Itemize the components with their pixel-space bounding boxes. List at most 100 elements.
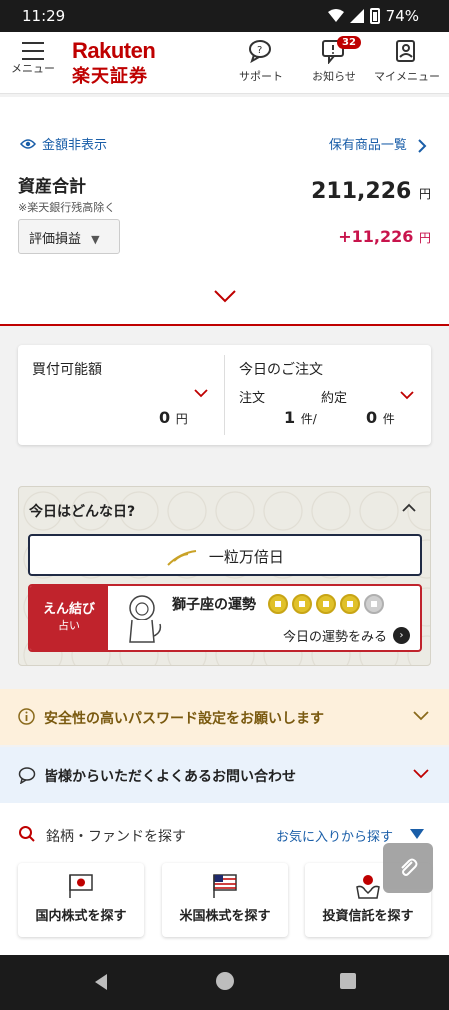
buying-power-amount: 0	[159, 408, 171, 427]
status-bar: 11:29 74%	[0, 0, 449, 32]
chevron-down-icon[interactable]	[194, 389, 208, 398]
recent-apps-icon[interactable]	[340, 973, 356, 989]
svg-text:?: ?	[257, 45, 262, 56]
fortune-title: 獅子座の運勢	[172, 597, 256, 613]
mymenu-label: マイメニュー	[374, 70, 440, 83]
pl-selector-label: 評価損益	[29, 232, 82, 247]
home-icon[interactable]	[216, 972, 234, 990]
chevron-down-icon	[413, 711, 429, 721]
mymenu-button[interactable]: マイメニュー	[372, 38, 442, 84]
buying-power-value: 0 円	[159, 408, 188, 427]
asset-total-note: ※楽天銀行残高除く	[18, 201, 116, 214]
favorites-link[interactable]: お気に入りから探す	[276, 826, 393, 845]
lucky-day-label: 一粒万倍日	[208, 548, 284, 566]
coin-icon	[268, 594, 288, 614]
fortune-rating	[268, 594, 384, 614]
floating-clip-button[interactable]	[383, 843, 433, 893]
fund-icon	[356, 875, 380, 899]
asset-total-value: 211,226 円	[311, 179, 431, 204]
password-notice[interactable]: 安全性の高いパスワード設定をお願いします	[0, 689, 449, 745]
eye-icon	[20, 138, 36, 149]
battery-icon	[369, 8, 380, 24]
order-count: 1 件/	[284, 408, 317, 427]
lucky-day-banner[interactable]: 一粒万倍日	[28, 534, 422, 576]
holdings-link[interactable]: 保有商品一覧	[329, 134, 427, 153]
mymenu-icon	[396, 40, 415, 62]
logo-text-en: Rakuten	[72, 38, 156, 63]
today-title: 今日はどんな日?	[29, 504, 136, 520]
wifi-icon	[327, 9, 344, 22]
password-notice-text: 安全性の高いパスワード設定をお願いします	[44, 711, 324, 727]
order-count-value: 1	[284, 408, 296, 427]
fund-label: 投資信託を探す	[322, 909, 414, 924]
fortune-link-label: 今日の運勢をみる	[282, 630, 387, 645]
back-icon[interactable]	[93, 973, 109, 991]
menu-button[interactable]: メニュー	[8, 38, 58, 90]
buying-power-currency: 円	[175, 412, 188, 426]
hide-amount-toggle[interactable]: 金額非表示	[20, 134, 107, 153]
app-header: メニュー Rakuten 楽天証券 ? サポート 32 お知らせ マイメニュー	[0, 32, 449, 94]
pl-value: +11,226 円	[338, 227, 431, 246]
caret-down-icon[interactable]	[410, 829, 424, 839]
today-orders-label: 今日のご注文	[239, 362, 323, 378]
signal-icon	[349, 9, 364, 23]
notifications-label: お知らせ	[312, 70, 356, 83]
chevron-down-icon	[413, 769, 429, 779]
notifications-button[interactable]: 32 お知らせ	[299, 36, 369, 84]
search-icon	[19, 826, 35, 842]
hamburger-icon	[22, 42, 44, 60]
status-time: 11:29	[22, 7, 66, 25]
faq-notice[interactable]: 皆様からいただくよくあるお問い合わせ	[0, 747, 449, 803]
executed-count-value: 0	[366, 408, 378, 427]
executed-count: 0 件	[366, 408, 395, 427]
support-button[interactable]: ? サポート	[226, 38, 296, 84]
arrow-right-icon: ›	[393, 627, 410, 644]
holdings-link-label: 保有商品一覧	[328, 138, 407, 153]
executed-count-unit: 件	[382, 412, 395, 426]
rakuten-logo[interactable]: Rakuten 楽天証券	[72, 38, 156, 88]
us-stock-label: 米国株式を探す	[179, 909, 271, 924]
expand-chevron-icon[interactable]	[213, 289, 237, 303]
asset-summary-card: 金額非表示 保有商品一覧 資産合計 ※楽天銀行残高除く 211,226 円 評価…	[0, 97, 449, 326]
asset-currency: 円	[418, 187, 431, 201]
pl-currency: 円	[418, 231, 431, 245]
info-icon	[18, 708, 35, 725]
faq-chat-icon	[18, 767, 36, 784]
coin-icon	[364, 594, 384, 614]
fortune-link[interactable]: 今日の運勢をみる ›	[283, 626, 410, 645]
us-flag-icon	[213, 874, 237, 898]
orders-card: 買付可能額 0 円 今日のご注文 注文 約定 1 件/ 0 件	[18, 345, 431, 445]
chevron-right-icon	[418, 138, 427, 153]
order-label: 注文	[239, 391, 266, 406]
fortune-tag-sub: 占い	[58, 619, 80, 632]
faq-notice-text: 皆様からいただくよくあるお問い合わせ	[44, 769, 296, 785]
japan-flag-icon	[69, 874, 93, 898]
us-stock-button[interactable]: 米国株式を探す	[162, 863, 288, 937]
fortune-tag: えん結び 占い	[30, 586, 108, 650]
executed-label: 約定	[321, 391, 348, 406]
battery-level: 74%	[385, 7, 419, 25]
pl-selector[interactable]: 評価損益 ▼	[18, 219, 120, 254]
search-section: 銘柄・ファンドを探す お気に入りから探す 国内株式を探す 米国株式を探す 投資信…	[0, 803, 449, 955]
domestic-stock-button[interactable]: 国内株式を探す	[18, 863, 144, 937]
coin-icon	[316, 594, 336, 614]
menu-label: メニュー	[11, 62, 55, 75]
order-count-unit: 件/	[300, 412, 317, 426]
wheat-icon	[167, 549, 197, 566]
fortune-tag-main: えん結び	[42, 602, 95, 617]
chevron-up-icon[interactable]	[402, 503, 416, 512]
asset-total-title: 資産合計	[18, 177, 86, 197]
asset-total-amount: 211,226	[311, 179, 412, 204]
divider	[224, 355, 225, 435]
buying-power-label: 買付可能額	[32, 362, 102, 378]
support-chat-icon: ?	[249, 40, 271, 64]
search-label: 銘柄・ファンドを探す	[46, 829, 186, 845]
today-card: 今日はどんな日? 一粒万倍日 えん結び 占い 獅子座の運勢 今日の運勢をみる ›	[18, 486, 431, 666]
notification-badge: 32	[337, 36, 361, 49]
lion-icon	[129, 595, 162, 643]
chevron-down-icon[interactable]	[400, 391, 414, 400]
system-nav-bar	[0, 955, 449, 1010]
caret-down-icon: ▼	[91, 233, 100, 246]
fortune-banner[interactable]: えん結び 占い 獅子座の運勢 今日の運勢をみる ›	[28, 584, 422, 652]
coin-icon	[340, 594, 360, 614]
